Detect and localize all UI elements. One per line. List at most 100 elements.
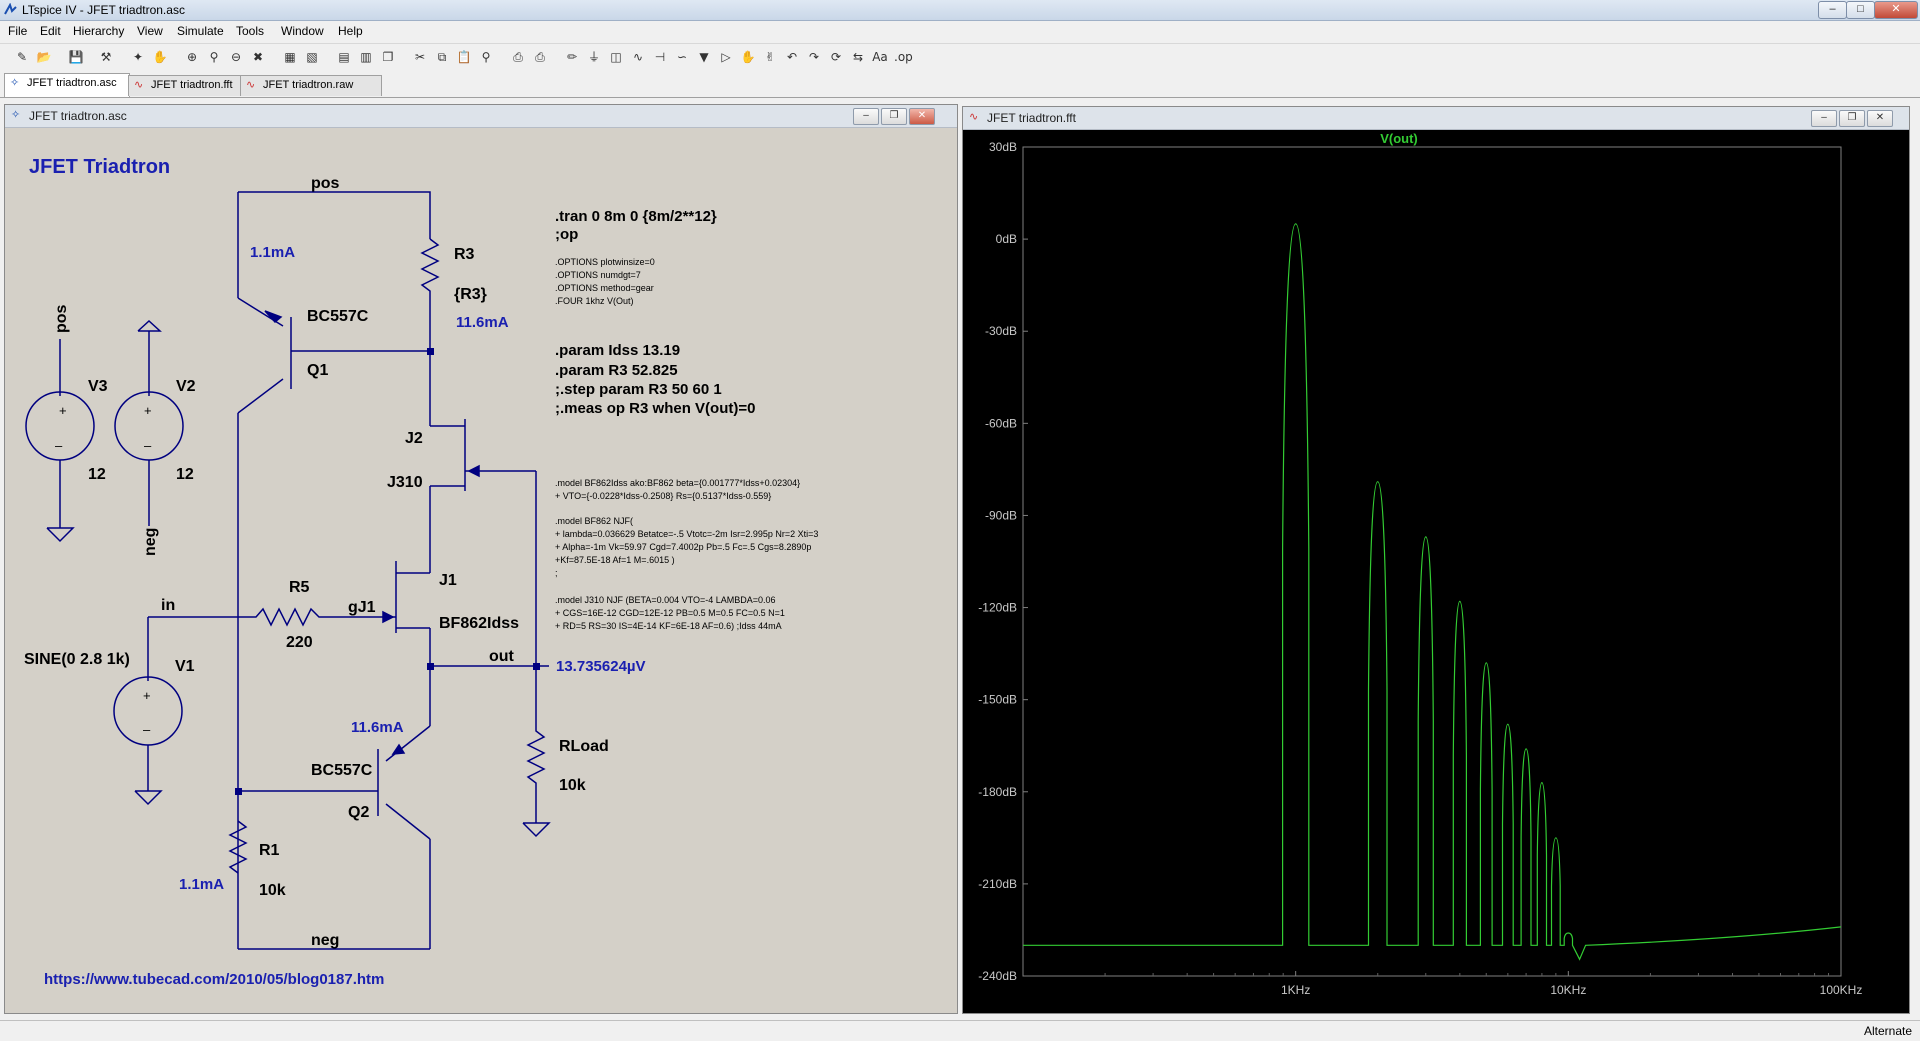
capacitor-icon[interactable]: ⊣ bbox=[652, 49, 668, 65]
model-bf862idss-1[interactable]: .model BF862Idss ako:BF862 beta={0.00177… bbox=[555, 478, 800, 488]
cascade-icon[interactable]: ❐ bbox=[380, 49, 396, 65]
redo-icon[interactable]: ↷ bbox=[806, 49, 822, 65]
model-j310-1[interactable]: .model J310 NJF (BETA=0.004 VTO=-4 LAMBD… bbox=[555, 595, 776, 605]
find-icon[interactable]: ⚲ bbox=[478, 49, 494, 65]
resistor-icon[interactable]: ∿ bbox=[630, 49, 646, 65]
x-axis: 1KHz 10KHz 100KHz bbox=[1104, 971, 1863, 997]
tab-schematic[interactable]: ✧ JFET triadtron.asc bbox=[4, 73, 130, 97]
open-icon[interactable]: 📂 bbox=[36, 49, 52, 65]
directive-param-r3[interactable]: .param R3 52.825 bbox=[555, 362, 678, 379]
schematic-canvas[interactable]: + – + – + – JFET Triadtron pos R3 {R3} B… bbox=[5, 128, 957, 1012]
paste-icon[interactable]: 📋 bbox=[456, 49, 472, 65]
r1-label: R1 bbox=[259, 842, 280, 859]
zoom-out-icon[interactable]: ⊖ bbox=[228, 49, 244, 65]
spice-directive-icon[interactable]: .op bbox=[894, 49, 913, 65]
directive-param-idss[interactable]: .param Idss 13.19 bbox=[555, 342, 680, 359]
menu-window[interactable]: Window bbox=[281, 24, 324, 38]
directive-options3[interactable]: .OPTIONS method=gear bbox=[555, 283, 654, 293]
menu-hierarchy[interactable]: Hierarchy bbox=[73, 24, 124, 38]
draw-wire-icon[interactable]: ✏ bbox=[564, 49, 580, 65]
zoom-in-icon[interactable]: ⊕ bbox=[184, 49, 200, 65]
trace-v-out[interactable] bbox=[1023, 223, 1842, 961]
tab-raw[interactable]: ∿ JFET triadtron.raw bbox=[240, 75, 382, 96]
model-bf862-5[interactable]: ; bbox=[555, 568, 558, 578]
net-label-gj1: gJ1 bbox=[348, 599, 376, 616]
model-bf862-4[interactable]: +Kf=87.5E-18 Af=1 M=.6015 ) bbox=[555, 555, 675, 565]
x-tick-label: 100KHz bbox=[1820, 983, 1863, 997]
model-j310-2[interactable]: + CGS=16E-12 CGD=12E-12 PB=0.5 M=0.5 FC=… bbox=[555, 608, 785, 618]
pan-icon[interactable]: ✋ bbox=[152, 49, 168, 65]
component-icon[interactable]: ▷ bbox=[718, 49, 734, 65]
menu-edit[interactable]: Edit bbox=[40, 24, 61, 38]
autorange-icon[interactable]: ▦ bbox=[282, 49, 298, 65]
trace-label[interactable]: V(out) bbox=[1380, 131, 1418, 146]
model-bf862idss-2[interactable]: + VTO={-0.0228*Idss-0.2508} Rs={0.5137*I… bbox=[555, 491, 771, 501]
label-net-icon[interactable]: ◫ bbox=[608, 49, 624, 65]
schematic-title: JFET Triadtron bbox=[29, 156, 170, 178]
control-panel-icon[interactable]: ⚒ bbox=[98, 49, 114, 65]
schematic-minimize-button[interactable]: – bbox=[853, 108, 879, 125]
v2-net-neg: neg bbox=[142, 528, 159, 556]
menu-file[interactable]: File bbox=[8, 24, 27, 38]
move-icon[interactable]: ✋ bbox=[740, 49, 756, 65]
directive-tran[interactable]: .tran 0 8m 0 {8m/2**12} bbox=[555, 208, 717, 225]
j2-type: J310 bbox=[387, 474, 423, 491]
status-bar: Alternate bbox=[0, 1020, 1920, 1041]
schematic-restore-button[interactable]: ❐ bbox=[881, 108, 907, 125]
menu-tools[interactable]: Tools bbox=[236, 24, 264, 38]
plot-minimize-button[interactable]: – bbox=[1811, 110, 1837, 127]
text-icon[interactable]: Aa bbox=[872, 49, 888, 65]
directive-meas[interactable]: ;.meas op R3 when V(out)=0 bbox=[555, 400, 755, 417]
drag-icon[interactable]: ✌ bbox=[762, 49, 778, 65]
menu-simulate[interactable]: Simulate bbox=[177, 24, 224, 38]
directive-op[interactable]: ;op bbox=[555, 226, 578, 243]
print-icon[interactable]: ⎙ bbox=[532, 49, 548, 65]
save-icon[interactable]: 💾 bbox=[68, 49, 84, 65]
run-icon[interactable]: ✦ bbox=[130, 49, 146, 65]
maximize-button[interactable]: □ bbox=[1846, 1, 1875, 19]
tab-label: JFET triadtron.raw bbox=[263, 79, 354, 91]
new-schematic-icon[interactable]: ✎ bbox=[14, 49, 30, 65]
menu-help[interactable]: Help bbox=[338, 24, 363, 38]
minimize-button[interactable]: – bbox=[1818, 1, 1847, 19]
grid-icon[interactable]: ▧ bbox=[304, 49, 320, 65]
waveform-icon: ∿ bbox=[134, 79, 144, 91]
model-bf862-2[interactable]: + lambda=0.036629 Betatce=-.5 Vtotc=-2m … bbox=[555, 529, 818, 539]
diode-icon[interactable]: ▼ bbox=[696, 49, 712, 65]
tab-label: JFET triadtron.fft bbox=[151, 79, 233, 91]
y-tick-label: -150dB bbox=[978, 693, 1017, 707]
directive-four[interactable]: .FOUR 1khz V(Out) bbox=[555, 296, 634, 306]
tile-vertical-icon[interactable]: ▥ bbox=[358, 49, 374, 65]
model-bf862-1[interactable]: .model BF862 NJF( bbox=[555, 516, 633, 526]
plot-close-button[interactable]: ✕ bbox=[1867, 110, 1893, 127]
tile-horizontal-icon[interactable]: ▤ bbox=[336, 49, 352, 65]
x-tick-label: 10KHz bbox=[1550, 983, 1586, 997]
directive-options2[interactable]: .OPTIONS numdgt=7 bbox=[555, 270, 641, 280]
copy-icon[interactable]: ⧉ bbox=[434, 49, 450, 65]
y-tick-label: 30dB bbox=[989, 140, 1017, 154]
menu-view[interactable]: View bbox=[137, 24, 163, 38]
directive-options1[interactable]: .OPTIONS plotwinsize=0 bbox=[555, 257, 655, 267]
undo-icon[interactable]: ↶ bbox=[784, 49, 800, 65]
rotate-icon[interactable]: ⟳ bbox=[828, 49, 844, 65]
schematic-close-button[interactable]: ✕ bbox=[909, 108, 935, 125]
plus-icon: + bbox=[59, 403, 67, 418]
ground-icon[interactable]: ⏚ bbox=[586, 49, 602, 65]
model-j310-3[interactable]: + RD=5 RS=30 IS=4E-14 KF=6E-18 AF=0.6) ;… bbox=[555, 621, 782, 631]
close-button[interactable]: ✕ bbox=[1874, 1, 1918, 19]
fft-plot[interactable]: V(out) 30dB 0dB -30dB -60dB -90dB -120dB -150d… bbox=[963, 130, 1909, 1012]
minus-icon: – bbox=[144, 438, 152, 453]
plot-restore-button[interactable]: ❐ bbox=[1839, 110, 1865, 127]
v3-net-pos: pos bbox=[53, 304, 70, 333]
directive-step[interactable]: ;.step param R3 50 60 1 bbox=[555, 381, 722, 398]
cut-icon[interactable]: ✂ bbox=[412, 49, 428, 65]
status-text: Alternate bbox=[1863, 1024, 1912, 1038]
model-bf862-3[interactable]: + Alpha=-1m Vk=59.97 Cgd=7.4002p Pb=.5 F… bbox=[555, 542, 811, 552]
zoom-fit-icon[interactable]: ✖ bbox=[250, 49, 266, 65]
op-q1-current: 1.1mA bbox=[250, 244, 295, 261]
inductor-icon[interactable]: ∽ bbox=[674, 49, 690, 65]
zoom-area-icon[interactable]: ⚲ bbox=[206, 49, 222, 65]
print-setup-icon[interactable]: ⎙ bbox=[510, 49, 526, 65]
source-url[interactable]: https://www.tubecad.com/2010/05/blog0187… bbox=[44, 971, 384, 988]
mirror-icon[interactable]: ⇆ bbox=[850, 49, 866, 65]
